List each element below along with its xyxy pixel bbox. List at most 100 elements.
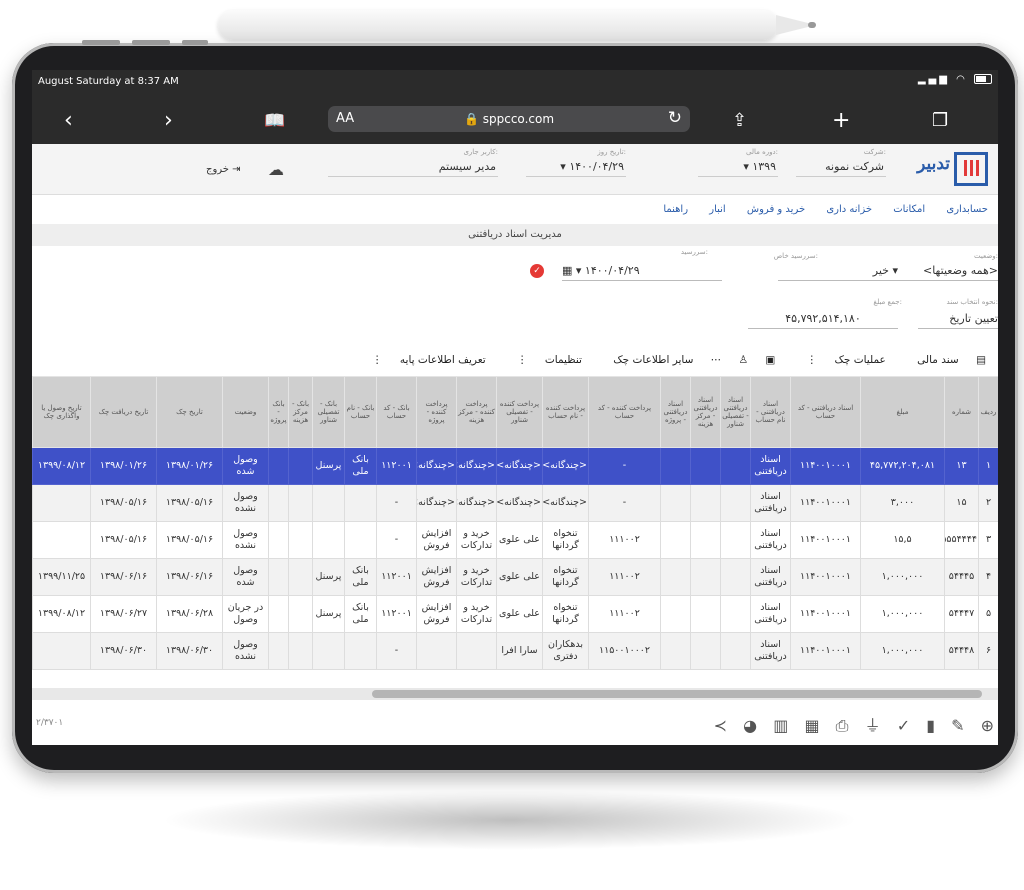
tabs-icon[interactable]: ❐ (932, 110, 948, 131)
double-check-icon[interactable]: ✓ (897, 716, 910, 735)
table-cell (720, 484, 751, 522)
battery-icon (974, 74, 992, 84)
table-cell: ۵۴۴۴۵ (944, 558, 979, 596)
column-header[interactable]: تاریخ چک (156, 376, 223, 448)
column-header[interactable]: پرداخت کننده - کد حساب (588, 376, 661, 448)
user-label: کاربر جاری: (463, 148, 498, 156)
excel-icon[interactable]: ▥ (773, 716, 788, 735)
exit-button[interactable]: خروج ⇥ (206, 164, 241, 175)
base-info-button[interactable]: تعریف اطلاعات پایه ⋮ (358, 354, 486, 366)
column-header[interactable]: پرداخت کننده - پروژه (416, 376, 457, 448)
menu-warehouse[interactable]: انبار (709, 204, 725, 215)
column-header[interactable]: پرداخت کننده - مرکز هزینه (456, 376, 497, 448)
cloud-upload-icon[interactable]: ☁ (268, 160, 284, 179)
share-icon[interactable]: ⇪ (732, 110, 747, 131)
confirm-check-icon[interactable]: ✓ (530, 264, 544, 278)
scrollbar-thumb[interactable] (372, 690, 982, 698)
settings-button[interactable]: تنظیمات ⋮ (503, 354, 582, 366)
table-cell (690, 595, 721, 633)
cheque-ops-button[interactable]: عملیات چک ⋮ (793, 354, 886, 366)
table-row[interactable]: ۱ ۱۳ ۴۵,۷۷۲,۲۰۴,۰۸۱ ۱۱۴۰۰۱۰۰۰۱ اسناد دریافتن… (32, 447, 998, 485)
table-row[interactable]: ۳۵۵۵۵۴۴۴۴۱۵,۵۱۱۴۰۰۱۰۰۰۱اسناد دریافتنی ۱۱۱… (32, 521, 998, 559)
edit-pencil-icon[interactable]: ✎ (951, 716, 964, 735)
column-header[interactable]: اسناد دریافتنی - تفصیلی شناور (720, 376, 751, 448)
column-header[interactable]: اسناد دریافتنی - پروژه (660, 376, 691, 448)
table-cell: بانک ملی (344, 595, 377, 633)
column-header[interactable]: ردیف (978, 376, 998, 448)
table-cell: ۱ (978, 447, 998, 485)
column-header[interactable]: بانک - تفصیلی شناور (312, 376, 345, 448)
table-cell (268, 447, 289, 485)
column-header[interactable]: بانک - مرکز هزینه (288, 376, 313, 448)
table-cell: اسناد دریافتنی (750, 595, 791, 633)
trash-icon[interactable]: ▮ (926, 716, 935, 735)
table-cell: <چندگانه> (456, 484, 497, 522)
menu-facilities[interactable]: امکانات (893, 204, 925, 215)
table-row[interactable]: ۴ ۵۴۴۴۵ ۱,۰۰۰,۰۰۰ ۱۱۴۰۰۱۰۰۰۱ اسناد دریافتنی ۱… (32, 558, 998, 596)
money-icon[interactable]: ▣ (765, 354, 775, 366)
person-icon[interactable]: ♙ (739, 354, 748, 366)
column-header[interactable]: شماره (944, 376, 979, 448)
table-cell: علی علوی (496, 558, 543, 596)
today-date-field[interactable]: تاریخ روز: ▾ ۱۴۰۰/۰۴/۲۹ (526, 148, 626, 177)
back-arrow-icon[interactable]: ‹ (64, 108, 73, 133)
column-header[interactable]: بانک - کد حساب (376, 376, 417, 448)
special-due-select[interactable]: خیر ▾ (778, 264, 898, 281)
menu-purchase-sales[interactable]: خرید و فروش (747, 204, 805, 215)
special-due-label: سررسید خاص: (773, 252, 818, 260)
table-cell (268, 558, 289, 596)
column-header[interactable]: اسناد دریافتنی - مرکز هزینه (690, 376, 721, 448)
menu-accounting[interactable]: حسابداری (946, 204, 988, 215)
column-header[interactable]: اسناد دریافتنی - کد حساب (790, 376, 861, 448)
share-icon[interactable]: ≺ (714, 716, 727, 735)
more-vert-icon: ⋮ (372, 354, 383, 366)
table-cell: - (588, 484, 661, 522)
chart-pie-icon[interactable]: ◕ (743, 716, 757, 735)
table-cell: ۱۳۹۹/۱۱/۲۵ (32, 558, 91, 596)
table-cell (720, 521, 751, 559)
column-header[interactable]: بانک - نام حساب (344, 376, 377, 448)
bookmarks-icon[interactable]: 📖 (264, 111, 285, 131)
reload-icon[interactable]: ↻ (668, 108, 682, 128)
column-header[interactable]: پرداخت کننده - نام حساب (542, 376, 589, 448)
address-bar[interactable]: AA 🔒 sppcco.com ↻ (328, 106, 690, 132)
table-cell (288, 632, 313, 670)
forward-arrow-icon[interactable]: › (164, 108, 173, 133)
filter-icon[interactable]: ⏚ (865, 716, 881, 735)
menu-treasury[interactable]: خزانه داری (826, 204, 872, 215)
column-header[interactable]: مبلغ (860, 376, 945, 448)
column-header[interactable]: اسناد دریافتنی - نام حساب (750, 376, 791, 448)
date-mode-select[interactable]: تعیین تاریخ (918, 312, 998, 329)
column-header[interactable]: تاریخ دریافت چک (90, 376, 157, 448)
table-row[interactable]: ۶ ۵۴۴۴۸ ۱,۰۰۰,۰۰۰ ۱۱۴۰۰۱۰۰۰۱ اسناد دریافتنی ۱… (32, 632, 998, 670)
apple-pencil (218, 10, 778, 40)
horizontal-scrollbar[interactable] (32, 688, 998, 700)
due-date-select[interactable]: ▦ ▾ ۱۴۰۰/۰۴/۲۹ (562, 264, 722, 281)
other-cheque-info-button[interactable]: ⋯ سایر اطلاعات چک (599, 354, 721, 366)
print-icon[interactable]: ⎙ (836, 716, 849, 735)
table-cell: وصول نشده (222, 484, 269, 522)
table-cell: ۴۵,۷۷۲,۲۰۴,۰۸۱ (860, 447, 945, 485)
menu-help[interactable]: راهنما (663, 204, 688, 215)
new-tab-plus-icon[interactable]: + (832, 108, 850, 133)
grid-icon[interactable]: ▦ (804, 716, 819, 735)
financial-doc-button[interactable]: ▤ سند مالی (903, 354, 986, 366)
company-field[interactable]: شرکت: شرکت نمونه (796, 148, 886, 177)
table-cell: خرید و تدارکات (456, 595, 497, 633)
table-cell: ۱۱۲۰۰۱ (376, 595, 417, 633)
fiscal-period-field[interactable]: دوره مالی: ▾ ۱۳۹۹ (698, 148, 778, 177)
column-header[interactable]: پرداخت کننده - تفصیلی شناور (496, 376, 543, 448)
lock-icon: 🔒 (463, 112, 479, 126)
table-cell (720, 558, 751, 596)
url-label: sppcco.com (482, 112, 555, 126)
column-header[interactable]: وضعیت (222, 376, 269, 448)
calendar-icon[interactable]: ▦ (562, 264, 576, 277)
table-row[interactable]: ۵ ۵۴۴۴۷ ۱,۰۰۰,۰۰۰ ۱۱۴۰۰۱۰۰۰۱ اسناد دریافتنی ۱… (32, 595, 998, 633)
column-header[interactable]: تاریخ وصول یا واگذاری چک (32, 376, 91, 448)
table-row[interactable]: ۲ ۱۵ ۳,۰۰۰ ۱۱۴۰۰۱۰۰۰۱ اسناد دریافتنی - <چندگان… (32, 484, 998, 522)
column-header[interactable]: بانک - پروژه (268, 376, 289, 448)
add-circle-icon[interactable]: ⊕ (981, 716, 994, 735)
table-cell (288, 484, 313, 522)
url-text: 🔒 sppcco.com (328, 112, 690, 126)
table-cell: <چندگانه> (456, 447, 497, 485)
